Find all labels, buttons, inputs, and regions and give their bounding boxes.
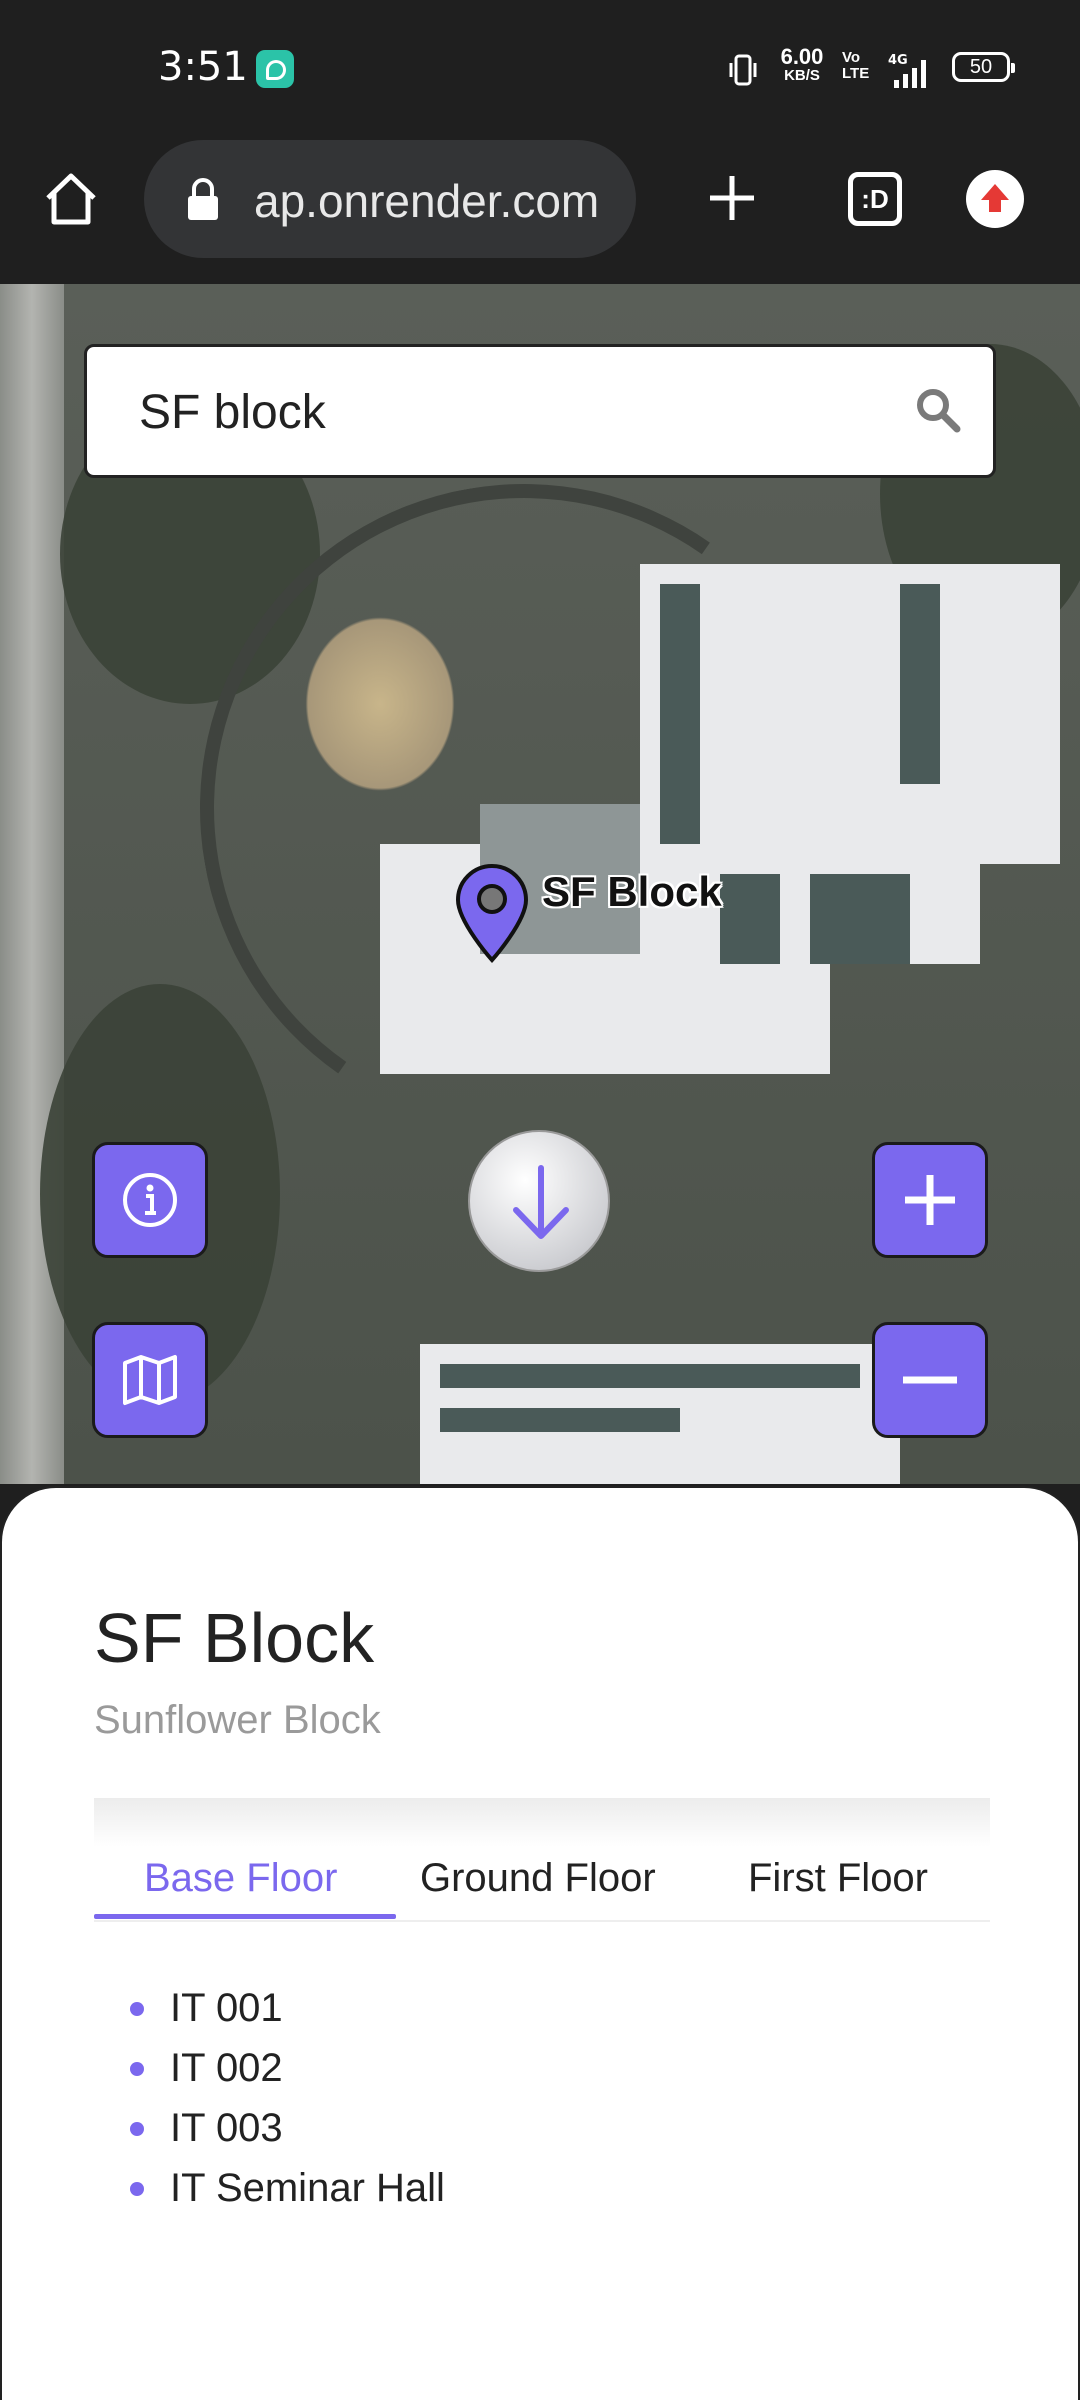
room-list: IT 001 IT 002 IT 003 IT Seminar Hall [126, 1978, 445, 2218]
room-item[interactable]: IT 002 [126, 2038, 445, 2098]
url-text[interactable]: ap.onrender.com [254, 174, 599, 228]
room-item[interactable]: IT Seminar Hall [126, 2158, 445, 2218]
compass-button[interactable] [468, 1130, 610, 1272]
vibrate-icon [729, 54, 757, 86]
map-view[interactable]: SF block SF Block [0, 284, 1080, 1484]
location-pin-icon[interactable] [452, 864, 532, 964]
location-search-box[interactable]: SF block [84, 344, 996, 478]
map-building-roof [440, 1364, 860, 1388]
map-layers-button[interactable] [92, 1322, 208, 1438]
notification-app-icon [256, 50, 294, 88]
browser-toolbar: ap.onrender.com :D [0, 140, 1080, 284]
map-road [0, 284, 64, 1484]
network-speed-unit: KB/S [784, 67, 820, 84]
map-building-roof [810, 874, 910, 964]
arrow-down-icon [513, 1165, 569, 1239]
signal-label: 4G [888, 53, 908, 68]
status-time: 3:51 [158, 44, 248, 90]
map-building-roof [900, 584, 940, 784]
room-item[interactable]: IT 003 [126, 2098, 445, 2158]
search-icon[interactable] [913, 385, 963, 435]
location-title: SF Block [94, 1599, 375, 1677]
tab-switcher-button[interactable]: :D [848, 172, 902, 226]
battery-icon: 50 [952, 52, 1015, 82]
zoom-out-button[interactable] [872, 1322, 988, 1438]
info-icon [123, 1173, 177, 1227]
map-building [640, 564, 1060, 864]
active-tab-indicator [94, 1914, 396, 1919]
location-details-sheet: SF Block Sunflower Block Base Floor Grou… [0, 1486, 1080, 2400]
map-icon [123, 1355, 177, 1405]
tab-ground-floor[interactable]: Ground Floor [420, 1856, 656, 1901]
floor-tabs: Base Floor Ground Floor First Floor [94, 1798, 990, 1922]
map-building-roof [720, 874, 780, 964]
tab-first-floor[interactable]: First Floor [748, 1856, 928, 1901]
info-button[interactable] [92, 1142, 208, 1258]
minus-icon [903, 1376, 957, 1384]
update-icon[interactable] [966, 170, 1024, 228]
map-building-roof [440, 1408, 680, 1432]
network-speed-value: 6.00 [780, 44, 824, 69]
home-icon[interactable] [40, 168, 102, 230]
address-bar[interactable]: ap.onrender.com [144, 140, 636, 258]
map-building-roof [660, 584, 700, 844]
new-tab-icon[interactable] [704, 170, 760, 226]
plus-icon [905, 1175, 955, 1225]
network-speed: 6.00 KB/S [772, 44, 832, 84]
location-subtitle: Sunflower Block [94, 1698, 381, 1742]
volte-label: Vo LTE [842, 49, 870, 82]
map-marker-label: SF Block [542, 868, 722, 915]
lock-icon [188, 178, 218, 220]
tab-base-floor[interactable]: Base Floor [144, 1856, 337, 1901]
status-bar: 3:51 6.00 KB/S Vo LTE 4G 50 [0, 0, 1080, 140]
search-input[interactable]: SF block [139, 385, 326, 440]
signal-icon: 4G [888, 53, 926, 88]
zoom-in-button[interactable] [872, 1142, 988, 1258]
room-item[interactable]: IT 001 [126, 1978, 445, 2038]
